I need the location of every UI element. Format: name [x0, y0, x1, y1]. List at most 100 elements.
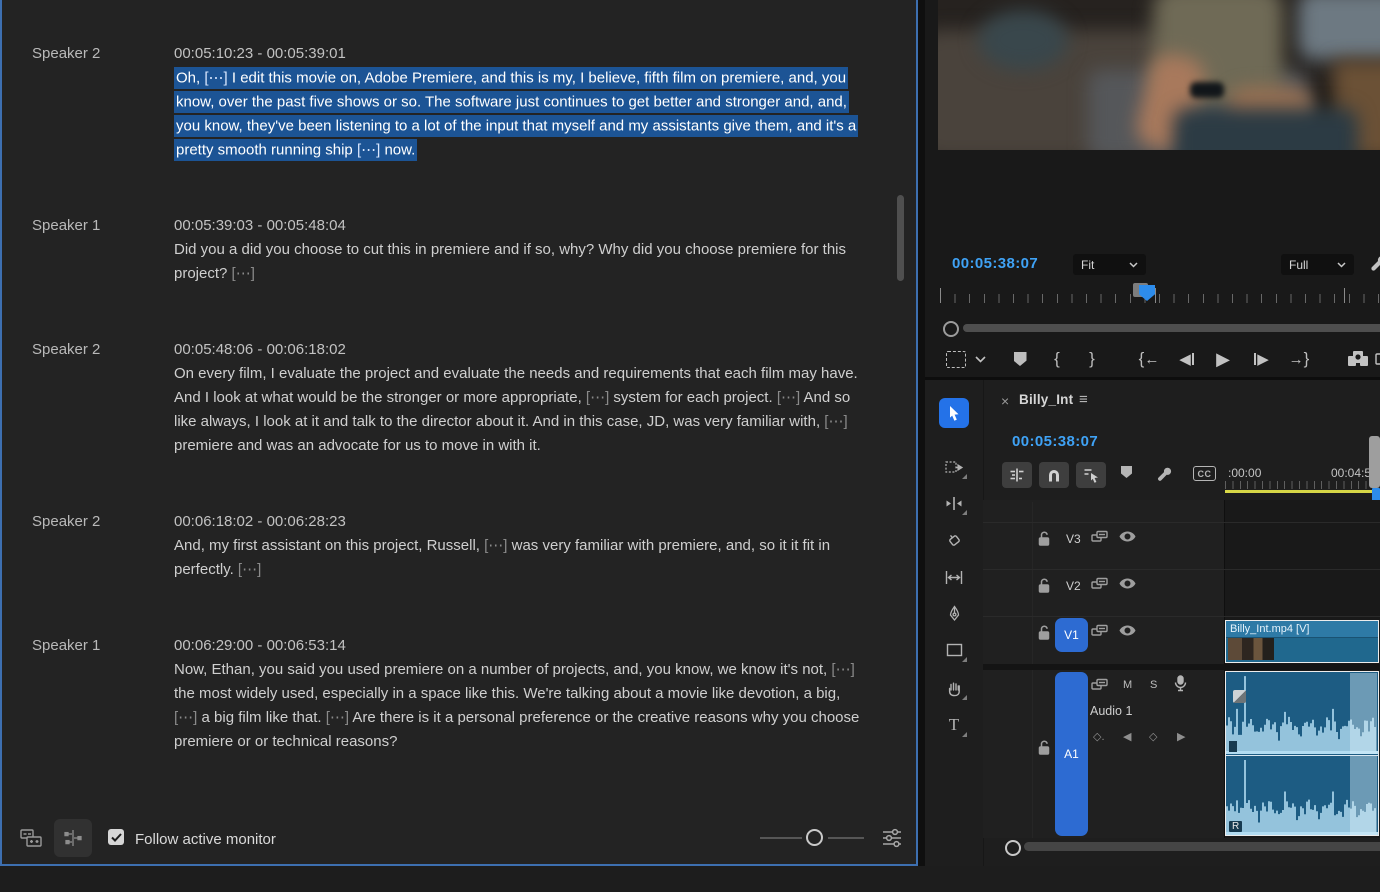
captions-cc-button[interactable]: CC	[1193, 466, 1216, 481]
monitor-time-ruler[interactable]	[940, 286, 1380, 304]
ellipsis-token[interactable]: [⋯]	[174, 709, 197, 726]
transcript-settings-icon[interactable]	[54, 819, 92, 857]
ripple-edit-tool[interactable]	[939, 488, 969, 518]
a1-source-target-icon[interactable]	[1091, 678, 1108, 691]
export-frame-button[interactable]	[1345, 344, 1371, 374]
a1-add-keyframe-icon[interactable]: ◇.	[1093, 730, 1105, 743]
ellipsis-token[interactable]: [⋯]	[824, 413, 847, 430]
v3-lock-icon[interactable]	[1038, 531, 1051, 546]
monitor-zoombar-knob[interactable]	[943, 321, 959, 337]
audio-clip-billy-int[interactable]: R	[1225, 671, 1379, 836]
timeline-hscroll-bar[interactable]	[1024, 842, 1380, 851]
program-timecode[interactable]: 00:05:38:07	[952, 255, 1038, 272]
go-to-out-button[interactable]: →}	[1286, 344, 1312, 374]
transcript-segment[interactable]: Speaker 200:06:18:02 - 00:06:28:23And, m…	[2, 510, 896, 582]
hand-tool[interactable]	[939, 673, 969, 703]
segment-text[interactable]: Did you a did you choose to cut this in …	[174, 238, 862, 286]
v1-lock-icon[interactable]	[1038, 625, 1051, 640]
segment-text[interactable]: And, my first assistant on this project,…	[174, 534, 862, 582]
text-size-slider-knob[interactable]	[806, 829, 823, 846]
transcript-segment[interactable]: Speaker 200:05:10:23 - 00:05:39:01Oh, [⋯…	[2, 42, 896, 162]
safe-margins-button[interactable]	[945, 344, 967, 374]
razor-tool[interactable]	[939, 525, 969, 555]
slip-tool[interactable]	[939, 562, 969, 592]
track-v1-target-badge[interactable]: V1	[1055, 618, 1088, 652]
transcript-segment-list: Speaker 200:05:10:23 - 00:05:39:01Oh, [⋯…	[2, 0, 896, 812]
ellipsis-token[interactable]: [⋯]	[586, 389, 609, 406]
transcript-segment[interactable]: Speaker 100:05:39:03 - 00:05:48:04Did yo…	[2, 214, 896, 286]
timeline-ruler[interactable]	[1225, 481, 1380, 489]
ellipsis-token[interactable]: [⋯]	[204, 69, 227, 86]
step-back-button[interactable]: ◀	[1175, 344, 1199, 374]
a1-mute-button[interactable]: M	[1123, 679, 1132, 691]
video-clip-billy-int[interactable]: Billy_Int.mp4 [V]	[1225, 620, 1379, 663]
panel-menu-icon[interactable]: ≡	[1079, 391, 1088, 408]
snap-magnet-button[interactable]	[1039, 462, 1069, 488]
filter-settings-icon[interactable]	[880, 827, 904, 849]
mark-in-button[interactable]: {	[1051, 344, 1063, 374]
a1-keyframe-diamond-icon[interactable]: ◇	[1149, 730, 1157, 743]
play-button[interactable]: ▶	[1213, 344, 1233, 374]
linked-selection-button[interactable]	[1076, 462, 1106, 488]
transcript-scrollbar[interactable]	[897, 195, 904, 281]
timeline-add-marker-icon[interactable]	[1121, 466, 1132, 478]
panel-divider-horizontal[interactable]	[925, 377, 1380, 380]
type-tool[interactable]: T	[939, 710, 969, 740]
a1-voiceover-mic-icon[interactable]	[1174, 675, 1187, 692]
timeline-timecode[interactable]: 00:05:38:07	[1012, 433, 1098, 450]
timeline-vertical-scrollbar[interactable]	[1369, 436, 1380, 488]
a1-solo-button[interactable]: S	[1150, 679, 1157, 691]
pen-tool[interactable]	[939, 598, 969, 628]
ellipsis-token[interactable]: [⋯]	[238, 561, 261, 578]
track-v2-label[interactable]: V2	[1066, 579, 1081, 593]
button-editor-icon[interactable]	[1374, 344, 1380, 374]
track-v3-label[interactable]: V3	[1066, 532, 1081, 546]
work-area-bar[interactable]	[1225, 490, 1380, 493]
close-tab-icon[interactable]: ×	[1001, 393, 1009, 409]
audio-track-name[interactable]: Audio 1	[1090, 704, 1132, 718]
playback-quality-select[interactable]: Full	[1281, 254, 1354, 275]
add-marker-button[interactable]	[1011, 344, 1029, 374]
caption-track-icon[interactable]	[20, 828, 46, 848]
ellipsis-token[interactable]: [⋯]	[326, 709, 349, 726]
go-to-in-button[interactable]: {←	[1136, 344, 1162, 374]
text-size-slider-track-right[interactable]	[828, 837, 864, 839]
settings-chevron-icon[interactable]	[973, 344, 987, 374]
mark-out-button[interactable]: }	[1086, 344, 1098, 374]
v1-toggle-output-eye-icon[interactable]	[1119, 625, 1136, 636]
step-forward-button[interactable]: ▶	[1249, 344, 1273, 374]
v2-toggle-output-eye-icon[interactable]	[1119, 578, 1136, 589]
transcript-segment[interactable]: Speaker 200:05:48:06 - 00:06:18:02On eve…	[2, 338, 896, 458]
panel-divider-vertical[interactable]	[918, 0, 925, 892]
timeline-wrench-icon[interactable]	[1155, 464, 1173, 482]
segment-text[interactable]: Now, Ethan, you said you used premiere o…	[174, 658, 862, 754]
ellipsis-token[interactable]: [⋯]	[232, 265, 255, 282]
ellipsis-token[interactable]: [⋯]	[777, 389, 800, 406]
selection-tool[interactable]	[939, 398, 969, 428]
monitor-zoombar[interactable]	[963, 324, 1380, 332]
v2-source-target-icon[interactable]	[1091, 577, 1108, 590]
a1-next-keyframe-icon[interactable]: ▶	[1177, 730, 1185, 743]
sequence-tab[interactable]: × Billy_Int ≡	[986, 380, 1380, 422]
wrench-settings-icon[interactable]	[1368, 252, 1380, 272]
ellipsis-token[interactable]: [⋯]	[831, 661, 854, 678]
transcript-segment[interactable]: Speaker 100:06:29:00 - 00:06:53:14Now, E…	[2, 634, 896, 754]
segment-text[interactable]: Oh, [⋯] I edit this movie on, Adobe Prem…	[174, 66, 862, 162]
a1-lock-icon[interactable]	[1038, 740, 1051, 755]
text-size-slider-track[interactable]	[760, 837, 802, 839]
v2-lock-icon[interactable]	[1038, 578, 1051, 593]
v3-source-target-icon[interactable]	[1091, 530, 1108, 543]
rectangle-tool[interactable]	[939, 635, 969, 665]
segment-text[interactable]: On every film, I evaluate the project an…	[174, 362, 862, 458]
zoom-level-select[interactable]: Fit	[1073, 254, 1146, 275]
track-select-forward-tool[interactable]	[939, 452, 969, 482]
insert-overwrite-nest-button[interactable]	[1002, 462, 1032, 488]
ellipsis-token[interactable]: [⋯]	[357, 141, 380, 158]
ellipsis-token[interactable]: [⋯]	[484, 537, 507, 554]
track-a1-target-badge[interactable]: A1	[1055, 672, 1088, 836]
follow-active-monitor-checkbox[interactable]	[108, 829, 124, 845]
v1-source-target-icon[interactable]	[1091, 624, 1108, 637]
a1-prev-keyframe-icon[interactable]: ◀	[1123, 730, 1131, 743]
timeline-hscroll-knob[interactable]	[1005, 840, 1021, 856]
v3-toggle-output-eye-icon[interactable]	[1119, 531, 1136, 542]
